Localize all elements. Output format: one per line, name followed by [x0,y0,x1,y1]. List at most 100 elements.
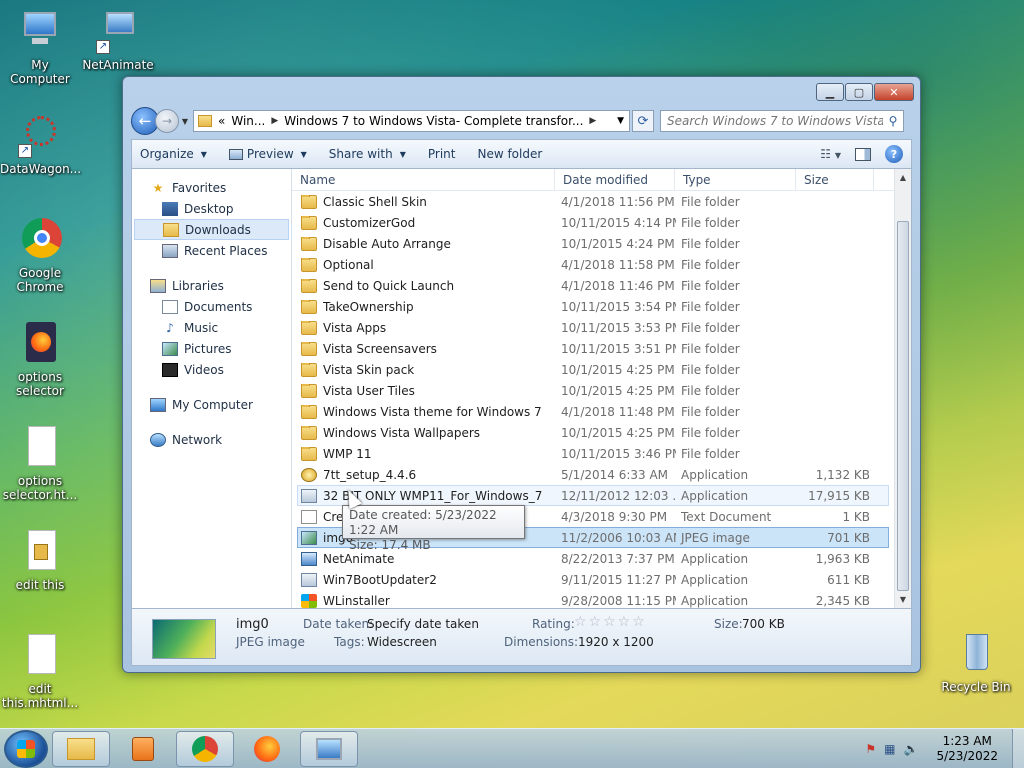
file-row[interactable]: WLinstaller 9/28/2008 11:15 PM Application… [297,590,889,611]
file-name-cell: 32 BIT ONLY WMP11_For_Windows_7 [298,488,556,503]
file-row[interactable]: Classic Shell Skin 4/1/2018 11:56 PM File … [297,191,889,212]
file-row[interactable]: 7tt_setup_4.4.6 5/1/2014 6:33 AM Applicati… [297,464,889,485]
breadcrumb-separator-icon[interactable]: ▶ [589,116,596,126]
refresh-button[interactable]: ⟳ [632,110,654,132]
recent-pages-dropdown[interactable]: ▼ [179,117,191,126]
scroll-up-icon[interactable]: ▲ [895,169,911,186]
taskbar-firefox-button[interactable] [238,731,296,767]
nav-downloads[interactable]: Downloads [134,219,289,240]
file-row[interactable]: Send to Quick Launch 4/1/2018 11:46 PM Fil… [297,275,889,296]
nav-recent-places[interactable]: Recent Places [132,240,291,261]
file-row[interactable]: Vista User Tiles 10/1/2015 4:25 PM File fo… [297,380,889,401]
file-row[interactable]: Vista Screensavers 10/11/2015 3:51 PM File… [297,338,889,359]
nav-pictures[interactable]: Pictures [132,338,291,359]
desktop-icon-recycle-bin[interactable]: Recycle Bin [936,632,1016,694]
file-row[interactable]: Disable Auto Arrange 10/1/2015 4:24 PM Fil… [297,233,889,254]
nav-libraries[interactable]: Libraries [132,275,291,296]
file-name: Win7BootUpdater2 [323,572,437,587]
breadcrumb-win[interactable]: Win... [231,114,265,128]
desktop-icon-netanimate[interactable]: ↗ NetAnimate [78,10,158,72]
file-row[interactable]: Windows Vista theme for Windows 7 4/1/201… [297,401,889,422]
taskbar-chrome-button[interactable] [176,730,234,767]
file-row[interactable]: TakeOwnership 10/11/2015 3:54 PM File fold… [297,296,889,317]
scroll-down-icon[interactable]: ▼ [895,591,911,608]
desktop-icon-edit-this[interactable]: edit this [0,530,80,592]
details-date-taken-value[interactable]: Specify date taken [367,617,479,631]
file-row[interactable]: 32 BIT ONLY WMP11_For_Windows_7 12/11/201… [297,485,889,506]
breadcrumb-separator-icon[interactable]: ▶ [271,116,278,126]
new-folder-button[interactable]: New folder [477,147,542,161]
breadcrumb-current-folder[interactable]: Windows 7 to Windows Vista- Complete tra… [284,114,583,128]
desktop-icon-datawagon[interactable]: ↗ DataWagon... [0,114,81,176]
start-button[interactable] [4,729,48,768]
file-name: Windows Vista Wallpapers [323,425,481,440]
desktop-icon-edit-this-mhtml[interactable]: edit this.mhtml... [0,634,80,710]
file-row[interactable]: WMP 11 10/11/2015 3:46 PM File folder [297,443,889,464]
action-center-icon[interactable]: ⚑ [865,742,876,756]
column-header-type[interactable]: Type [675,169,796,190]
file-row[interactable]: Optional 4/1/2018 11:58 PM File folder [297,254,889,275]
organize-button[interactable]: Organize ▼ [140,147,207,161]
nav-documents[interactable]: Documents [132,296,291,317]
volume-icon[interactable]: 🔈 [904,742,919,756]
desktop-icon-my-computer[interactable]: My Computer [0,10,80,86]
file-row[interactable]: Vista Apps 10/11/2015 3:53 PM File folder [297,317,889,338]
address-dropdown-icon[interactable]: ▼ [612,116,629,126]
forward-button[interactable]: → [155,109,179,133]
preview-button[interactable]: Preview ▼ [228,147,307,161]
search-box[interactable]: ⚲ [660,110,904,132]
close-button[interactable]: ✕ [874,83,914,101]
folder-icon [301,383,317,398]
file-name-cell: 7tt_setup_4.4.6 [298,467,556,482]
forward-arrow-icon: → [161,114,173,128]
breadcrumb-overflow[interactable]: « [218,114,225,128]
rating-stars[interactable]: ☆☆☆☆☆ [574,614,647,630]
column-header-size[interactable]: Size [796,169,874,190]
file-row[interactable]: Vista Skin pack 10/1/2015 4:25 PM File fol… [297,359,889,380]
shortcut-arrow-icon: ↗ [18,144,32,158]
details-size-label: Size: [714,617,743,631]
file-date-modified: 4/3/2018 9:30 PM [561,509,668,524]
file-name: Optional [323,257,374,272]
taskbar-netanimate-button[interactable] [300,730,358,767]
details-tags-value[interactable]: Widescreen [367,635,437,649]
file-date-modified: 4/1/2018 11:56 PM [561,194,675,209]
file-name-cell: CustomizerGod [298,215,556,230]
desktop-icon-label: edit this.mhtml... [1,682,79,710]
clock[interactable]: 1:23 AM 5/23/2022 [936,734,998,764]
nav-favorites[interactable]: ★ Favorites [132,177,291,198]
share-with-button[interactable]: Share with ▼ [329,147,406,161]
preview-pane-button[interactable] [855,147,871,161]
nav-music[interactable]: ♪ Music [132,317,291,338]
desktop-icon-options-selector[interactable]: options selector [0,322,80,398]
nav-my-computer[interactable]: My Computer [132,394,291,415]
minimize-button[interactable]: ▁ [816,83,844,101]
show-desktop-button[interactable] [1012,728,1024,768]
taskbar-explorer-button[interactable] [52,730,110,767]
file-name: Vista Apps [323,320,387,335]
desktop-icon-google-chrome[interactable]: Google Chrome [0,218,80,294]
file-row[interactable]: Win7BootUpdater2 9/11/2015 11:27 PM Applic… [297,569,889,590]
view-options-button[interactable]: ☷ ▼ [820,147,841,161]
file-row[interactable]: Windows Vista Wallpapers 10/1/2015 4:25 P… [297,422,889,443]
vertical-scrollbar[interactable]: ▲ ▼ [894,169,911,608]
file-row[interactable]: CustomizerGod 10/11/2015 4:14 PM File fold… [297,212,889,233]
details-rating-label: Rating: [532,617,575,631]
address-bar[interactable]: « Win... ▶ Windows 7 to Windows Vista- C… [193,110,630,132]
nav-network[interactable]: Network [132,429,291,450]
column-header-date-modified[interactable]: Date modified [555,169,675,190]
nav-desktop[interactable]: Desktop [132,198,291,219]
taskbar-media-player-button[interactable] [114,731,172,767]
search-icon[interactable]: ⚲ [883,114,903,128]
file-date-modified: 11/2/2006 10:03 AM [561,530,676,545]
network-tray-icon[interactable]: ▦ [884,742,895,756]
nav-videos[interactable]: Videos [132,359,291,380]
maximize-button[interactable]: ▢ [845,83,873,101]
print-button[interactable]: Print [428,147,456,161]
search-input[interactable] [667,114,883,128]
address-row: ← → ▼ « Win... ▶ Windows 7 to Windows Vi… [131,107,912,135]
help-icon[interactable]: ? [885,145,903,163]
column-header-name[interactable]: Name [292,169,555,190]
scrollbar-thumb[interactable] [897,221,909,591]
desktop-icon-options-selector-html[interactable]: options selector.ht... [0,426,80,502]
